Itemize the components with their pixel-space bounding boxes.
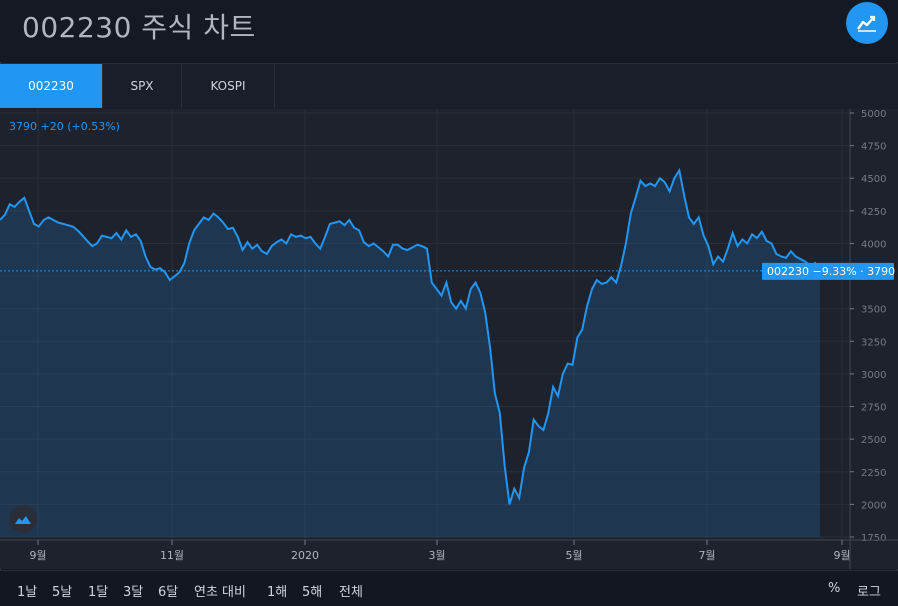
trending-chart-icon[interactable] (846, 2, 888, 44)
y-tick-label: 3000 (861, 370, 886, 381)
chart-area[interactable]: 1750200022502500275030003250350037504000… (0, 109, 898, 569)
log-toggle[interactable]: 로그 (857, 581, 881, 600)
y-tick-label: 4500 (861, 174, 886, 185)
tab-spx[interactable]: SPX (103, 64, 182, 108)
legend-change-pct: (+0.53%) (67, 120, 120, 133)
range-1y[interactable]: 1해 (267, 581, 287, 600)
x-tick-label: 3월 (428, 549, 445, 562)
y-tick-label: 2000 (861, 500, 886, 511)
x-tick-label: 9월 (29, 549, 46, 562)
symbol-tabs: 002230 SPX KOSPI (0, 63, 898, 110)
y-tick-label: 4750 (861, 142, 886, 153)
y-tick-label: 2750 (861, 403, 886, 414)
price-label: 002230 −9.33% · 3790 (762, 262, 895, 280)
price-chart: 1750200022502500275030003250350037504000… (0, 109, 898, 569)
svg-text:002230 −9.33% · 3790: 002230 −9.33% · 3790 (767, 265, 895, 278)
x-tick-label: 2020 (291, 549, 319, 562)
area-fill (0, 170, 820, 537)
range-ytd[interactable]: 연초 대비 (194, 581, 246, 600)
tab-kospi[interactable]: KOSPI (182, 64, 275, 108)
y-tick-label: 4250 (861, 207, 886, 218)
range-3m[interactable]: 3달 (123, 581, 143, 600)
y-tick-label: 3250 (861, 337, 886, 348)
range-1m[interactable]: 1달 (88, 581, 108, 600)
y-tick-label: 5000 (861, 109, 886, 120)
legend: 3790 +20 (+0.53%) (9, 120, 120, 133)
y-tick-label: 1750 (861, 533, 886, 544)
x-tick-label: 11월 (160, 549, 184, 562)
range-toolbar: 1날 5날 1달 3달 6달 연초 대비 1해 5해 전체 % 로그 (0, 570, 898, 606)
x-tick-label: 7월 (698, 549, 715, 562)
y-tick-label: 3500 (861, 305, 886, 316)
range-5d[interactable]: 5날 (52, 581, 72, 600)
y-tick-label: 2250 (861, 468, 886, 479)
legend-last: 3790 (9, 120, 37, 133)
cloud-logo-icon[interactable] (9, 505, 37, 533)
y-tick-label: 2500 (861, 435, 886, 446)
percent-toggle[interactable]: % (828, 581, 840, 596)
legend-change: +20 (40, 120, 64, 133)
header: 002230 주식 차트 (0, 0, 898, 62)
range-6m[interactable]: 6달 (158, 581, 178, 600)
range-all[interactable]: 전체 (339, 581, 363, 600)
x-tick-label: 5월 (565, 549, 582, 562)
tab-002230[interactable]: 002230 (0, 64, 103, 108)
page-title: 002230 주식 차트 (22, 11, 256, 44)
x-tick-label: 9월 (833, 549, 850, 562)
y-tick-label: 4000 (861, 239, 886, 250)
range-5y[interactable]: 5해 (302, 581, 322, 600)
range-1d[interactable]: 1날 (17, 581, 37, 600)
